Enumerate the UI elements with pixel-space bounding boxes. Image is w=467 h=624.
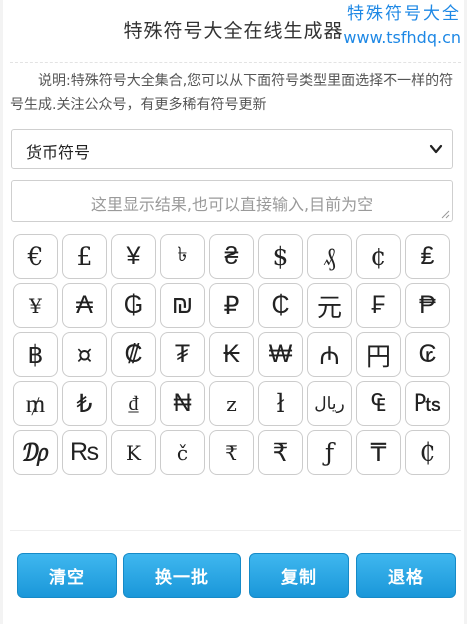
symbol-cell[interactable]: ₪: [160, 283, 205, 328]
symbol-cell[interactable]: ₲: [111, 283, 156, 328]
symbol-cell[interactable]: K: [111, 430, 156, 475]
symbol-cell[interactable]: č: [160, 430, 205, 475]
symbol-cell[interactable]: ৳: [160, 234, 205, 279]
symbol-cell[interactable]: ¥: [13, 283, 58, 328]
watermark-url: www.tsfhdq.cn: [343, 28, 461, 47]
symbol-cell[interactable]: ฿: [13, 332, 58, 377]
symbol-cell[interactable]: 元: [307, 283, 352, 328]
symbol-cell[interactable]: ¤: [62, 332, 107, 377]
description-text: 说明:特殊符号大全集合,您可以从下面符号类型里面选择不一样的符号生成.关注公众号…: [10, 62, 461, 117]
symbol-cell[interactable]: ₧: [405, 381, 450, 426]
symbol-cell[interactable]: ₵: [405, 430, 450, 475]
symbol-cell[interactable]: ₤: [405, 234, 450, 279]
shuffle-button[interactable]: 换一批: [123, 553, 241, 598]
symbol-cell[interactable]: ₺: [62, 381, 107, 426]
symbol-cell[interactable]: ₦: [160, 381, 205, 426]
symbol-cell[interactable]: ₠: [356, 381, 401, 426]
symbol-cell[interactable]: ریال: [307, 381, 352, 426]
symbol-cell[interactable]: ₳: [62, 283, 107, 328]
category-select-value: 货币符号: [26, 143, 91, 162]
symbol-cell[interactable]: ƒ: [307, 430, 352, 475]
symbol-cell[interactable]: £: [62, 234, 107, 279]
symbol-cell[interactable]: ₣: [356, 283, 401, 328]
clear-button[interactable]: 清空: [17, 553, 117, 598]
symbol-grid: € £ ¥ ৳ ₴ $ ₰ ¢ ₤ ¥ ₳ ₲ ₪ ₽ ₵ 元 ₣ ₱ ฿ ¤ …: [13, 234, 453, 475]
symbol-cell[interactable]: ł: [258, 381, 303, 426]
symbol-cell[interactable]: $: [258, 234, 303, 279]
symbol-cell[interactable]: ¥: [111, 234, 156, 279]
backspace-button[interactable]: 退格: [356, 553, 456, 598]
category-select[interactable]: 货币符号: [11, 129, 453, 169]
divider: [10, 530, 461, 531]
symbol-cell[interactable]: ₯: [13, 430, 58, 475]
page: 特殊符号大全在线生成器 特殊符号大全 www.tsfhdq.cn 说明:特殊符号…: [0, 0, 467, 624]
symbol-cell[interactable]: ₸: [356, 430, 401, 475]
symbol-cell[interactable]: ₢: [405, 332, 450, 377]
copy-button[interactable]: 复制: [249, 553, 349, 598]
symbol-cell[interactable]: ₰: [307, 234, 352, 279]
chevron-down-icon: [429, 144, 443, 154]
symbol-cell[interactable]: ₼: [307, 332, 352, 377]
symbol-cell[interactable]: ₽: [209, 283, 254, 328]
symbol-cell[interactable]: ₹: [209, 430, 254, 475]
symbol-cell[interactable]: ₵: [258, 283, 303, 328]
result-textarea[interactable]: 这里显示结果,也可以直接输入,目前为空: [11, 180, 453, 222]
symbol-cell[interactable]: ₹: [258, 430, 303, 475]
symbol-cell[interactable]: ₥: [13, 381, 58, 426]
symbol-cell[interactable]: ₴: [209, 234, 254, 279]
symbol-cell[interactable]: ₱: [405, 283, 450, 328]
symbol-cell[interactable]: ₨: [62, 430, 107, 475]
watermark-name: 特殊符号大全: [347, 4, 461, 24]
site-watermark: 特殊符号大全 www.tsfhdq.cn: [343, 2, 461, 50]
symbol-cell[interactable]: ¢: [356, 234, 401, 279]
symbol-cell[interactable]: 円: [356, 332, 401, 377]
symbol-cell[interactable]: ₮: [160, 332, 205, 377]
symbol-cell[interactable]: ₫: [111, 381, 156, 426]
symbol-cell[interactable]: ₭: [209, 332, 254, 377]
symbol-cell[interactable]: z: [209, 381, 254, 426]
symbol-cell[interactable]: €: [13, 234, 58, 279]
result-placeholder: 这里显示结果,也可以直接输入,目前为空: [90, 195, 374, 214]
resize-grip-icon[interactable]: [440, 209, 450, 219]
symbol-cell[interactable]: ₡: [111, 332, 156, 377]
symbol-cell[interactable]: ₩: [258, 332, 303, 377]
